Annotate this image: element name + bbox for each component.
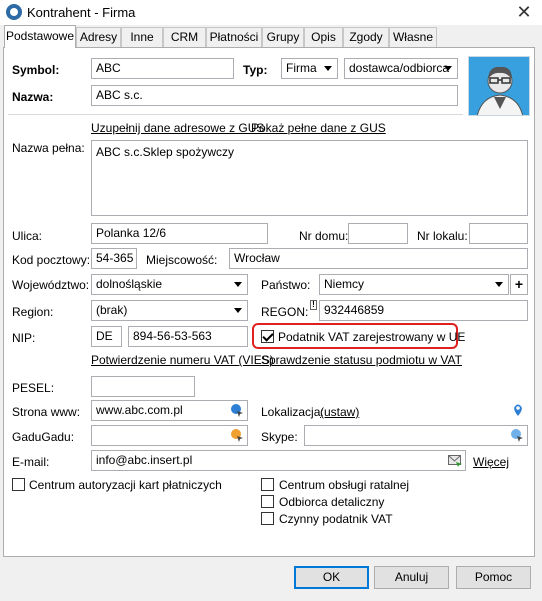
czynny-vat-checkbox[interactable]	[261, 512, 274, 525]
email-label: E-mail:	[12, 455, 50, 469]
nip-label: NIP:	[12, 331, 36, 345]
odbiorca-detaliczny-checkbox[interactable]	[261, 495, 274, 508]
tab-podstawowe[interactable]: Podstawowe	[4, 25, 76, 48]
skype-icon[interactable]	[510, 428, 524, 442]
panstwo-label: Państwo:	[261, 278, 311, 292]
chevron-down-icon	[234, 282, 242, 287]
gus-fill-link[interactable]: Uzupełnij dane adresowe z GUS	[91, 121, 264, 135]
skype-field[interactable]	[304, 425, 528, 446]
czynny-vat-label: Czynny podatnik VAT	[279, 512, 393, 526]
add-country-button[interactable]: +	[510, 274, 528, 295]
map-pin-icon[interactable]	[511, 403, 525, 417]
gus-full-data-link[interactable]: Pokaż pełne dane z GUS	[251, 121, 386, 135]
chevron-down-icon	[324, 66, 332, 71]
avatar[interactable]	[468, 56, 530, 116]
tab-adresy[interactable]: Adresy	[76, 27, 121, 47]
regon-field[interactable]: 932446859	[319, 300, 528, 321]
person-icon	[469, 57, 529, 115]
region-label: Region:	[12, 305, 54, 319]
nr-lokalu-label: Nr lokalu:	[417, 229, 468, 243]
vat-ue-checkbox[interactable]	[261, 330, 274, 343]
lokalizacja-label: Lokalizacja:	[261, 405, 324, 419]
nazwa-field[interactable]: ABC s.c.	[91, 85, 458, 106]
send-email-icon[interactable]	[448, 453, 462, 467]
centrum-autoryzacji-checkbox[interactable]	[12, 478, 25, 491]
symbol-label: Symbol:	[12, 63, 60, 77]
ok-button[interactable]: OK	[294, 566, 369, 589]
tab-crm[interactable]: CRM	[163, 27, 206, 47]
relation-select[interactable]: dostawca/odbiorca	[344, 58, 458, 79]
tab-platnosci[interactable]: Płatności	[206, 27, 262, 47]
gadugadu-icon[interactable]	[230, 428, 244, 442]
pesel-field[interactable]	[91, 376, 195, 397]
nip-field[interactable]: 894-56-53-563	[128, 326, 248, 347]
www-field[interactable]: www.abc.com.pl	[91, 400, 248, 421]
close-icon[interactable]: ✕	[512, 1, 536, 23]
lokalizacja-set-link[interactable]: (ustaw)	[320, 405, 359, 419]
panstwo-select[interactable]: Niemcy	[319, 274, 509, 295]
vat-ue-label: Podatnik VAT zarejestrowany w UE	[278, 330, 466, 344]
tab-opis[interactable]: Opis	[304, 27, 343, 47]
region-select[interactable]: (brak)	[91, 300, 248, 321]
centrum-autoryzacji-label: Centrum autoryzacji kart płatniczych	[29, 478, 222, 492]
nazwa-pelna-label: Nazwa pełna:	[12, 141, 85, 155]
app-icon	[6, 4, 22, 20]
ulica-label: Ulica:	[12, 229, 43, 243]
gadugadu-field[interactable]	[91, 425, 248, 446]
regon-label: REGON:	[261, 305, 309, 319]
chevron-down-icon	[444, 66, 452, 71]
wojewodztwo-label: Województwo:	[12, 278, 90, 292]
email-field[interactable]: info@abc.insert.pl	[91, 450, 466, 471]
nr-domu-field[interactable]	[348, 223, 408, 244]
regon-warning-icon[interactable]: !	[310, 300, 317, 310]
tab-wlasne[interactable]: Własne	[389, 27, 437, 47]
help-button[interactable]: Pomoc	[456, 566, 531, 589]
odbiorca-detaliczny-label: Odbiorca detaliczny	[279, 495, 385, 509]
pesel-label: PESEL:	[12, 381, 55, 395]
miejscowosc-label: Miejscowość:	[146, 253, 218, 267]
typ-select[interactable]: Firma	[281, 58, 338, 79]
window-title: Kontrahent - Firma	[27, 5, 136, 20]
kod-pocztowy-label: Kod pocztowy:	[12, 253, 91, 267]
chevron-down-icon	[495, 282, 503, 287]
tab-zgody[interactable]: Zgody	[343, 27, 389, 47]
tab-inne[interactable]: Inne	[121, 27, 163, 47]
nip-prefix-field[interactable]: DE	[91, 326, 122, 347]
ulica-field[interactable]: Polanka 12/6	[91, 223, 268, 244]
nazwa-label: Nazwa:	[12, 90, 54, 104]
centrum-obslugi-checkbox[interactable]	[261, 478, 274, 491]
typ-label: Typ:	[243, 63, 268, 77]
www-label: Strona www:	[12, 405, 81, 419]
nazwa-pelna-textarea[interactable]: ABC s.c.Sklep spożywczy	[91, 140, 528, 216]
chevron-down-icon	[234, 308, 242, 313]
gadugadu-label: GaduGadu:	[12, 430, 75, 444]
nr-domu-label: Nr domu:	[299, 229, 349, 243]
tab-grupy[interactable]: Grupy	[262, 27, 304, 47]
separator	[8, 114, 463, 115]
open-website-icon[interactable]	[230, 403, 244, 417]
cancel-button[interactable]: Anuluj	[374, 566, 449, 589]
nr-lokalu-field[interactable]	[469, 223, 528, 244]
vat-status-link[interactable]: Sprawdzenie statusu podmiotu w VAT	[261, 353, 462, 367]
more-emails-link[interactable]: Więcej	[473, 455, 509, 469]
miejscowosc-field[interactable]: Wrocław	[229, 248, 528, 269]
kod-pocztowy-field[interactable]: 54-365	[91, 248, 137, 269]
vies-link[interactable]: Potwierdzenie numeru VAT (VIES)	[91, 353, 274, 367]
symbol-field[interactable]: ABC	[91, 58, 234, 79]
skype-label: Skype:	[261, 430, 298, 444]
title-bar: Kontrahent - Firma ✕	[0, 0, 542, 25]
centrum-obslugi-label: Centrum obsługi ratalnej	[279, 478, 410, 492]
wojewodztwo-select[interactable]: dolnośląskie	[91, 274, 248, 295]
